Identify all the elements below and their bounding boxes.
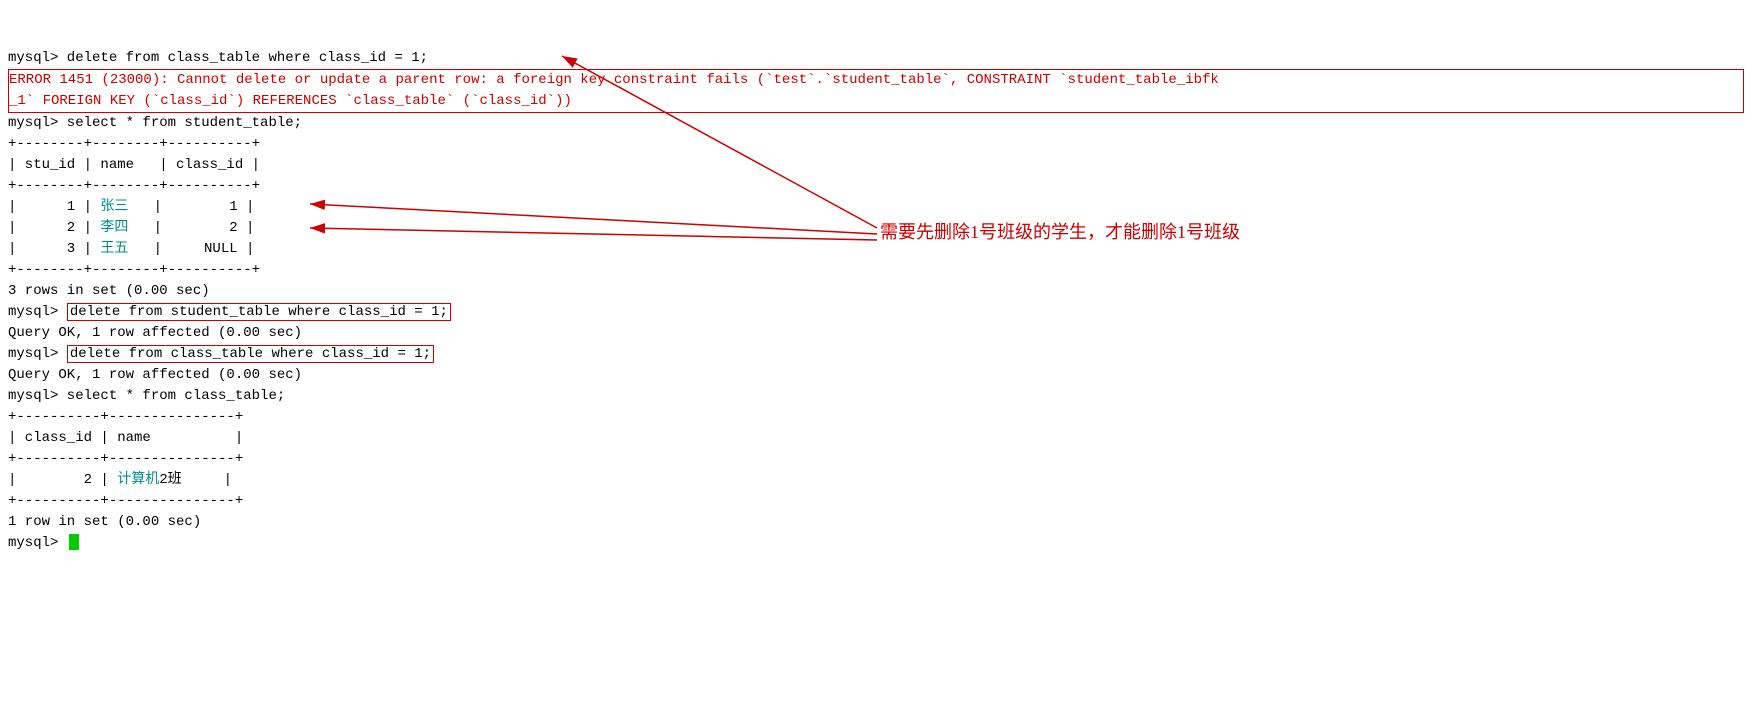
terminal-line: ERROR 1451 (23000): Cannot delete or upd… <box>9 70 1743 91</box>
terminal-line: +--------+--------+----------+ <box>8 134 1744 155</box>
error-block: ERROR 1451 (23000): Cannot delete or upd… <box>8 69 1744 113</box>
terminal: mysql> delete from class_table where cla… <box>0 0 1752 560</box>
terminal-line: mysql> delete from class_table where cla… <box>8 48 1744 69</box>
annotation-text: 需要先删除1号班级的学生，才能删除1号班级 <box>880 218 1240 244</box>
terminal-line: +----------+---------------+ <box>8 491 1744 512</box>
terminal-line: mysql> select * from class_table; <box>8 386 1744 407</box>
terminal-line: _1` FOREIGN KEY (`class_id`) REFERENCES … <box>9 91 1743 112</box>
terminal-line: +----------+---------------+ <box>8 449 1744 470</box>
terminal-line: 1 row in set (0.00 sec) <box>8 512 1744 533</box>
terminal-line: | 2 | 李四 | 2 | <box>8 218 1744 239</box>
terminal-line: mysql> delete from student_table where c… <box>8 302 1744 323</box>
terminal-line: | 1 | 张三 | 1 | <box>8 197 1744 218</box>
terminal-line: 3 rows in set (0.00 sec) <box>8 281 1744 302</box>
terminal-line: Query OK, 1 row affected (0.00 sec) <box>8 323 1744 344</box>
terminal-line: | class_id | name | <box>8 428 1744 449</box>
terminal-line: Query OK, 1 row affected (0.00 sec) <box>8 365 1744 386</box>
terminal-line: mysql> <box>8 533 1744 554</box>
terminal-line: mysql> delete from class_table where cla… <box>8 344 1744 365</box>
terminal-line: | 2 | 计算机2班 | <box>8 470 1744 491</box>
terminal-line: +--------+--------+----------+ <box>8 260 1744 281</box>
terminal-line: | 3 | 王五 | NULL | <box>8 239 1744 260</box>
terminal-line: mysql> select * from student_table; <box>8 113 1744 134</box>
terminal-line: +----------+---------------+ <box>8 407 1744 428</box>
terminal-line: +--------+--------+----------+ <box>8 176 1744 197</box>
terminal-line: | stu_id | name | class_id | <box>8 155 1744 176</box>
terminal-cursor <box>69 534 79 550</box>
